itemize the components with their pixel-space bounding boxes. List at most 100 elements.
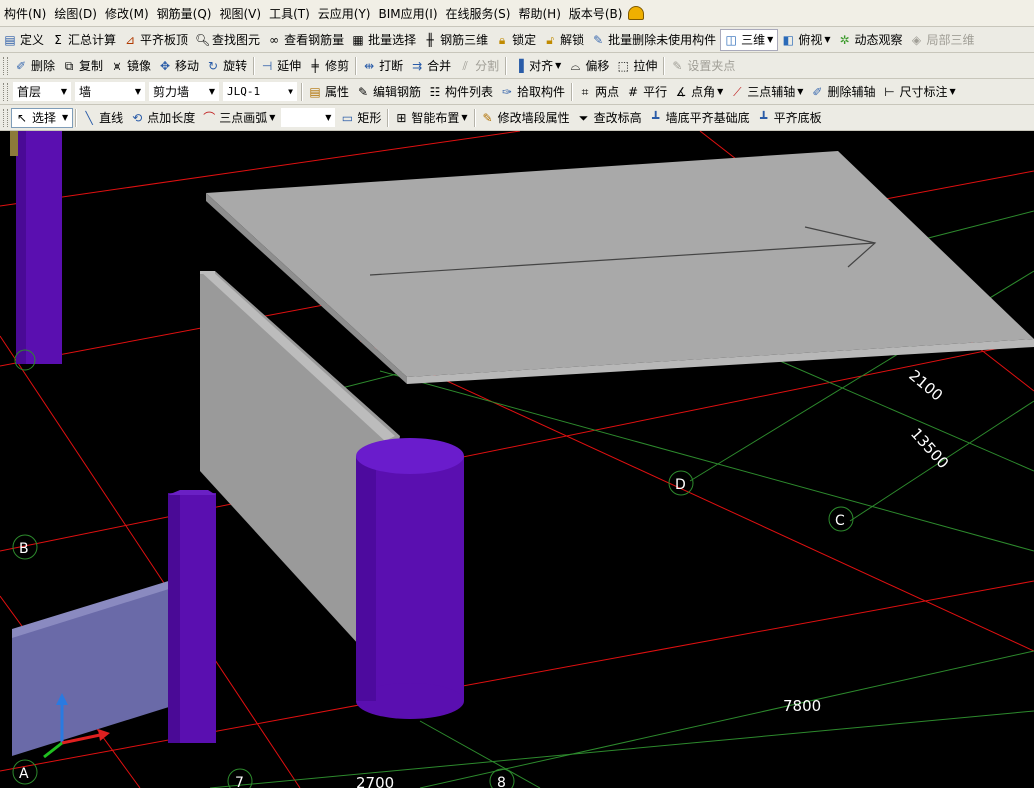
axis-label-7[interactable]: 7 <box>227 768 253 788</box>
type-select[interactable]: 剪力墙 ▼ <box>149 82 219 101</box>
merge-button[interactable]: ⇉ 合并 <box>407 55 455 77</box>
break-button[interactable]: ⇹ 打断 <box>359 55 407 77</box>
chevron-down-icon: ▼ <box>949 87 956 96</box>
rebar-3d-button[interactable]: ╫ 钢筋三维 <box>420 29 492 51</box>
axis-label-A[interactable]: A <box>12 759 38 785</box>
view-3d-dropdown[interactable]: ◫ 三维 ▼ <box>720 28 779 51</box>
helmet-icon[interactable] <box>628 6 645 20</box>
edit-rebar-button[interactable]: ✎ 编辑钢筋 <box>353 81 425 103</box>
dimension-13500: 13500 <box>907 425 952 473</box>
rebar-3d-icon: ╫ <box>426 32 434 47</box>
menu-component[interactable]: 构件(N) <box>0 0 50 26</box>
point-angle-icon: ∡ <box>675 84 687 99</box>
flush-slab-bottom-button[interactable]: ┻ 平齐底板 <box>754 107 826 129</box>
split-button[interactable]: ⫽ 分割 <box>455 55 503 77</box>
floor-slab[interactable] <box>206 151 1034 384</box>
svg-text:7: 7 <box>235 775 244 788</box>
arc-value-select[interactable]: ▼ <box>281 108 336 127</box>
sum-calc-button[interactable]: Σ 汇总计算 <box>48 29 120 51</box>
menu-rebar-quantity[interactable]: 钢筋量(Q) <box>153 0 216 26</box>
3d-viewport[interactable]: D C B A 7 8 2100 13500 7800 2700 <box>0 131 1034 788</box>
menu-draw[interactable]: 绘图(D) <box>50 0 101 26</box>
dimension-dropdown[interactable]: ⊢ 尺寸标注 ▼ <box>879 81 959 103</box>
check-elevation-button[interactable]: ⏷ 查改标高 <box>574 107 646 129</box>
pick-component-button[interactable]: ✑ 拾取构件 <box>497 81 569 103</box>
top-view-dropdown[interactable]: ◧ 俯视 ▼ <box>778 29 834 51</box>
beam-bottom-left[interactable] <box>12 575 188 756</box>
mirror-button[interactable]: ⩙ 镜像 <box>107 55 155 77</box>
menu-online[interactable]: 在线服务(S) <box>442 0 515 26</box>
rotate-button[interactable]: ↻ 旋转 <box>203 55 251 77</box>
extend-button[interactable]: ⊣ 延伸 <box>257 55 305 77</box>
edit-rebar-icon: ✎ <box>357 84 369 99</box>
chevron-down-icon: ▼ <box>461 113 468 122</box>
unlock-button[interactable]: 🔓︎ 解锁 <box>540 29 588 51</box>
menu-version[interactable]: 版本号(B) <box>565 0 627 26</box>
toolbar-grip[interactable] <box>3 56 8 75</box>
menu-cloud[interactable]: 云应用(Y) <box>314 0 375 26</box>
line-button[interactable]: ╲ 直线 <box>79 107 127 129</box>
arc-dropdown[interactable]: ⌒ 三点画弧 ▼ <box>199 107 279 129</box>
parallel-button[interactable]: # 平行 <box>623 81 671 103</box>
stretch-button[interactable]: ⬚ 拉伸 <box>613 55 661 77</box>
axis-label-8[interactable]: 8 <box>489 768 515 788</box>
local-3d-button[interactable]: ◈ 局部三维 <box>907 29 979 51</box>
delete-button[interactable]: ✐ 删除 <box>11 55 59 77</box>
menu-tools[interactable]: 工具(T) <box>265 0 314 26</box>
modify-segment-button[interactable]: ✎ 修改墙段属性 <box>478 107 574 129</box>
menu-help[interactable]: 帮助(H) <box>514 0 564 26</box>
menu-bar: 构件(N) 绘图(D) 修改(M) 钢筋量(Q) 视图(V) 工具(T) 云应用… <box>0 0 1034 27</box>
toolbar-grip[interactable] <box>3 82 8 101</box>
chevron-down-icon: ▼ <box>767 35 774 44</box>
smart-layout-dropdown[interactable]: ⊞ 智能布置 ▼ <box>391 107 471 129</box>
set-grip-button[interactable]: ✎ 设置夹点 <box>667 55 739 77</box>
glasses-icon: ∞ <box>269 32 280 47</box>
move-button[interactable]: ✥ 移动 <box>155 55 203 77</box>
menu-modify[interactable]: 修改(M) <box>101 0 153 26</box>
rectangle-icon: ▭ <box>341 110 354 125</box>
element-select[interactable]: JLQ-1 ▼ <box>223 82 297 101</box>
batch-delete-button[interactable]: ✎ 批量删除未使用构件 <box>588 29 720 51</box>
batch-select-button[interactable]: ▦ 批量选择 <box>348 29 420 51</box>
axis-label-C[interactable]: C <box>828 506 854 532</box>
copy-icon: ⧉ <box>64 58 74 73</box>
offset-button[interactable]: ⌓ 偏移 <box>565 55 613 77</box>
flat-top-button[interactable]: ⊿ 平齐板顶 <box>120 29 192 51</box>
two-points-button[interactable]: ⌗ 两点 <box>575 81 623 103</box>
align-dropdown[interactable]: ▐ 对齐 ▼ <box>509 55 565 77</box>
delete-aux-button[interactable]: ✐ 删除辅轴 <box>807 81 879 103</box>
3d-scene[interactable]: D C B A 7 8 2100 13500 7800 2700 <box>0 131 1034 788</box>
toolbar-draw: ↖ 选择 ▼ ╲ 直线 ⟲ 点加长度 ⌒ 三点画弧 ▼ ▼ ▭ 矩形 ⊞ 智能布置 ▼ ✎ 修改墙段… <box>0 105 1034 131</box>
floor-select[interactable]: 首层 ▼ <box>13 82 71 101</box>
chevron-down-icon: ▼ <box>797 87 804 96</box>
select-dropdown[interactable]: ↖ 选择 ▼ <box>11 107 74 128</box>
extend-icon: ⊣ <box>261 58 273 73</box>
toolbar-grip[interactable] <box>3 108 8 127</box>
grip-point-icon: ✎ <box>672 58 683 73</box>
wall-bottom-flush-button[interactable]: ┻ 墙底平齐基础底 <box>646 107 754 129</box>
define-button[interactable]: ▤ 定义 <box>0 29 48 51</box>
rectangle-button[interactable]: ▭ 矩形 <box>337 107 385 129</box>
three-point-aux-dropdown[interactable]: ⟋ 三点辅轴 ▼ <box>727 81 807 103</box>
copy-button[interactable]: ⧉ 复制 <box>59 55 107 77</box>
trim-button[interactable]: ╪ 修剪 <box>305 55 353 77</box>
axis-label-B[interactable]: B <box>12 534 38 560</box>
properties-button[interactable]: ▤ 属性 <box>305 81 353 103</box>
flat-top-icon: ⊿ <box>125 32 136 47</box>
view-rebar-button[interactable]: ∞ 查看钢筋量 <box>264 29 348 51</box>
menu-view[interactable]: 视图(V) <box>215 0 265 26</box>
category-select[interactable]: 墙 ▼ <box>75 82 145 101</box>
column-cylinder[interactable] <box>356 438 464 719</box>
component-list-button[interactable]: ☷ 构件列表 <box>425 81 497 103</box>
properties-icon: ▤ <box>309 84 321 99</box>
column-middle-left[interactable] <box>168 490 216 743</box>
point-length-button[interactable]: ⟲ 点加长度 <box>127 107 199 129</box>
search-icon: 🔍︎ <box>195 32 211 47</box>
dynamic-view-button[interactable]: ✲ 动态观察 <box>835 29 907 51</box>
find-element-button[interactable]: 🔍︎ 查找图元 <box>192 29 264 51</box>
column-top-left[interactable] <box>10 131 62 364</box>
axis-label-D[interactable]: D <box>668 470 694 496</box>
menu-bim[interactable]: BIM应用(I) <box>374 0 441 26</box>
point-angle-dropdown[interactable]: ∡ 点角 ▼ <box>671 81 727 103</box>
lock-button[interactable]: 🔒︎ 锁定 <box>492 29 540 51</box>
